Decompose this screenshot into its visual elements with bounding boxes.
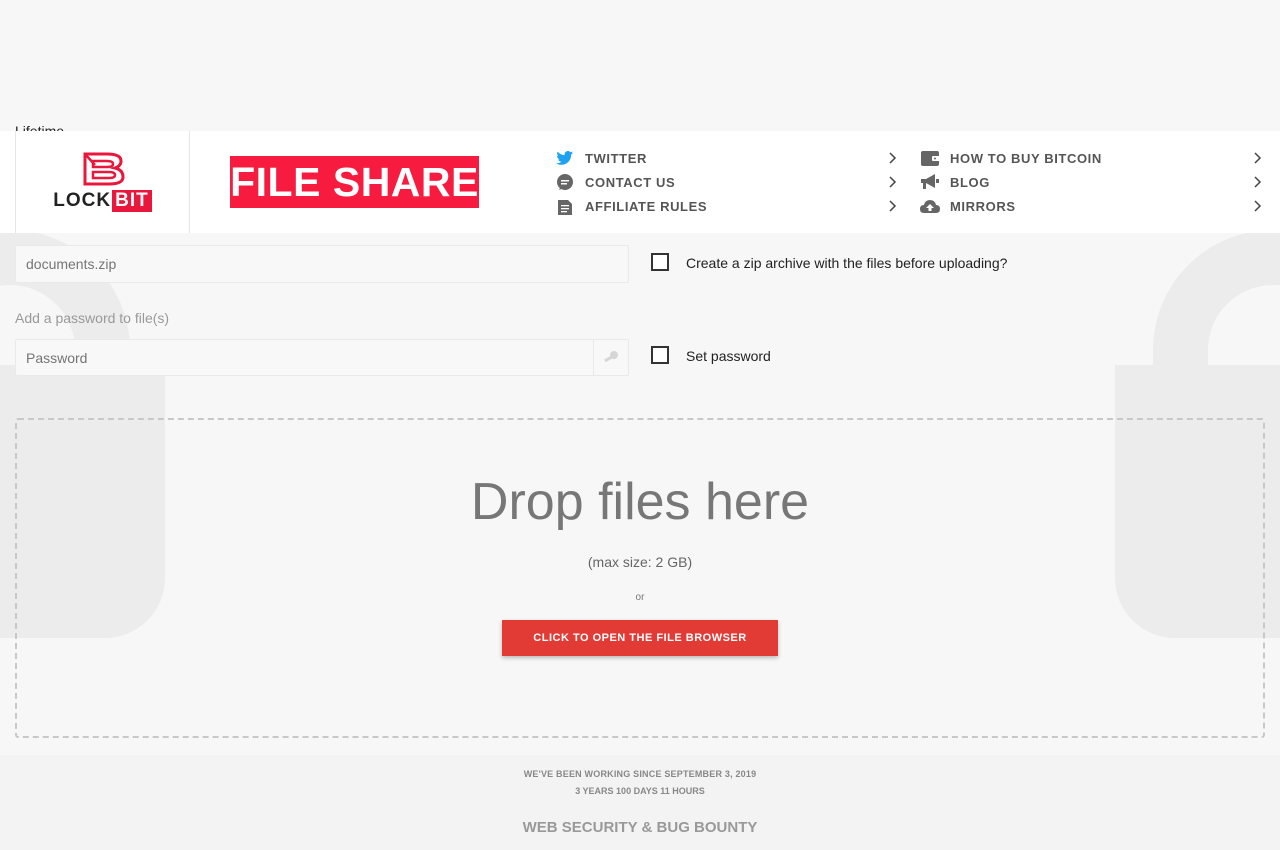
site-footer: WE'VE BEEN WORKING SINCE SEPTEMBER 3, 20… [0,755,1280,850]
nav-item-mirrors[interactable]: MIRRORS [920,194,1262,218]
nav-item-label: CONTACT US [585,174,676,190]
nav-column-right: HOW TO BUY BITCOIN BLOG MIRRORS [920,146,1262,218]
site-header: LOCK BIT FILE SHARE TWITTER CONTACT US A… [0,131,1280,233]
cloud-upload-icon [920,197,940,215]
nav-item-blog[interactable]: BLOG [920,170,1262,194]
working-since-text: WE'VE BEEN WORKING SINCE SEPTEMBER 3, 20… [523,769,757,779]
key-icon [604,351,618,363]
or-label: or [635,592,645,603]
nav-item-label: AFFILIATE RULES [585,198,708,214]
nav-item-how-to-buy-bitcoin[interactable]: HOW TO BUY BITCOIN [920,146,1262,170]
chevron-right-icon [1254,152,1262,164]
document-icon [555,197,575,215]
zip-archive-label: Create a zip archive with the files befo… [686,255,1008,271]
file-drop-zone[interactable]: Drop files here (max size: 2 GB) or CLIC… [15,418,1265,738]
nav-item-contact-us[interactable]: CONTACT US [555,170,897,194]
twitter-icon [555,149,575,167]
nav-column-left: TWITTER CONTACT US AFFILIATE RULES [555,146,897,218]
password-section-label: Add a password to file(s) [15,310,170,326]
open-file-browser-button[interactable]: CLICK TO OPEN THE FILE BROWSER [502,620,778,656]
uptime-counter: 3 YEARS 100 DAYS 11 HOURS [575,786,705,796]
nav-item-label: BLOG [950,174,990,190]
chat-icon [555,173,575,191]
lockbit-logo-mark-icon [83,152,125,186]
logo-text-lock: LOCK [53,190,112,211]
set-password-checkbox[interactable] [651,346,669,364]
set-password-label: Set password [686,348,771,364]
chevron-right-icon [889,176,897,188]
chevron-right-icon [1254,176,1262,188]
nav-item-affiliate-rules[interactable]: AFFILIATE RULES [555,194,897,218]
logo-text-bit: BIT [112,190,152,212]
nav-item-label: HOW TO BUY BITCOIN [950,150,1102,166]
nav-item-twitter[interactable]: TWITTER [555,146,897,170]
nav-item-label: TWITTER [585,150,647,166]
chevron-right-icon [1254,200,1262,212]
chevron-right-icon [889,152,897,164]
nav-item-label: MIRRORS [950,198,1016,214]
password-input[interactable] [15,339,629,376]
lockbit-logo[interactable]: LOCK BIT [15,131,190,233]
bug-bounty-link[interactable]: WEB SECURITY & BUG BOUNTY [0,819,1280,836]
max-size-label: (max size: 2 GB) [587,554,693,570]
generate-password-button[interactable] [593,339,628,375]
chevron-right-icon [889,200,897,212]
wallet-icon [920,149,940,167]
filename-input[interactable] [15,245,629,283]
zip-archive-checkbox[interactable] [651,253,669,271]
megaphone-icon [920,173,940,191]
drop-zone-title: Drop files here [470,473,810,531]
file-share-banner: FILE SHARE [230,156,479,208]
